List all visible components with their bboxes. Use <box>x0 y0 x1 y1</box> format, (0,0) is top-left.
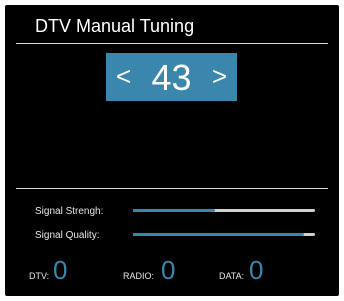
signal-strength-label: Signal Strengh: <box>35 206 104 217</box>
radio-count-label: RADIO: <box>123 271 155 281</box>
signal-quality-bar <box>133 233 315 236</box>
title-divider <box>16 43 328 44</box>
radio-count-value: 0 <box>161 255 176 285</box>
chevron-right-icon[interactable]: > <box>212 53 227 101</box>
data-count-label: DATA: <box>219 271 245 281</box>
page-title: DTV Manual Tuning <box>35 16 195 36</box>
dtv-count-label: DTV: <box>29 271 50 281</box>
signal-divider <box>16 188 328 189</box>
signal-quality-fill <box>133 233 305 236</box>
data-count-value: 0 <box>249 255 264 285</box>
dtv-manual-tuning-panel: DTV Manual Tuning < 43 > Signal Strengh:… <box>5 5 339 296</box>
signal-strength-fill <box>133 209 215 212</box>
signal-quality-label: Signal Quality: <box>35 230 100 241</box>
channel-selector[interactable]: < 43 > <box>106 53 237 101</box>
signal-strength-bar <box>133 209 315 212</box>
dtv-count-value: 0 <box>53 255 68 285</box>
